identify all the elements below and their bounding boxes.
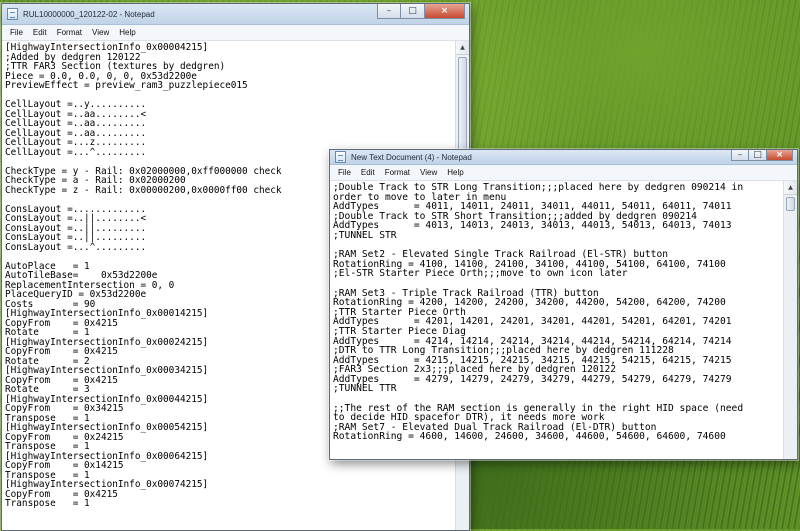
notepad-icon xyxy=(7,8,18,20)
text-line: ;TUNNEL STR xyxy=(333,229,397,241)
menu-edit[interactable]: Edit xyxy=(356,168,380,177)
menu-bar: File Edit Format View Help xyxy=(330,165,797,181)
caption-buttons: – □ × xyxy=(377,4,465,19)
scroll-thumb[interactable] xyxy=(786,197,795,211)
text-line: AddTypes = 4013, 14013, 24013, 34013, 44… xyxy=(333,220,732,232)
text-line: Transpose = 1 xyxy=(5,498,90,509)
minimize-button[interactable]: – xyxy=(377,4,401,19)
menu-file[interactable]: File xyxy=(5,28,28,37)
menu-format[interactable]: Format xyxy=(52,28,87,37)
scroll-up-arrow-icon[interactable]: ▲ xyxy=(784,181,797,195)
text-editor[interactable]: ;Double Track to STR Long Transition;;;p… xyxy=(330,181,783,459)
minimize-button[interactable]: – xyxy=(731,150,749,161)
menu-format[interactable]: Format xyxy=(380,168,415,177)
close-button[interactable]: × xyxy=(425,4,465,19)
menu-view[interactable]: View xyxy=(415,168,442,177)
notepad-icon xyxy=(335,151,346,163)
text-line: PreviewEffect = preview_ram3_puzzlepiece… xyxy=(5,80,248,91)
menu-view[interactable]: View xyxy=(87,28,114,37)
text-line: ;El-STR Starter Piece Orth;;;move to own… xyxy=(333,268,628,280)
menu-bar: File Edit Format View Help xyxy=(2,25,469,41)
menu-edit[interactable]: Edit xyxy=(28,28,52,37)
text-line: ;TUNNEL TTR xyxy=(333,383,397,395)
scroll-up-arrow-icon[interactable]: ▲ xyxy=(456,41,469,55)
close-button[interactable]: × xyxy=(767,150,793,161)
maximize-button[interactable]: □ xyxy=(749,150,767,161)
window-title: RUL10000000_120122-02 - Notepad xyxy=(23,9,155,19)
maximize-button[interactable]: □ xyxy=(401,4,425,19)
title-bar[interactable]: New Text Document (4) - Notepad – □ × xyxy=(330,150,797,165)
notepad-window-new-text[interactable]: New Text Document (4) - Notepad – □ × Fi… xyxy=(329,149,798,460)
menu-help[interactable]: Help xyxy=(114,28,140,37)
menu-help[interactable]: Help xyxy=(442,168,468,177)
vertical-scrollbar[interactable]: ▲ xyxy=(783,181,797,459)
window-title: New Text Document (4) - Notepad xyxy=(351,152,472,162)
caption-buttons: – □ × xyxy=(731,150,793,161)
text-line: AddTypes = 4279, 14279, 24279, 34279, 44… xyxy=(333,373,732,385)
title-bar[interactable]: RUL10000000_120122-02 - Notepad – □ × xyxy=(2,4,469,25)
menu-file[interactable]: File xyxy=(333,168,356,177)
text-line: RotationRing = 4600, 14600, 24600, 34600… xyxy=(333,431,726,443)
